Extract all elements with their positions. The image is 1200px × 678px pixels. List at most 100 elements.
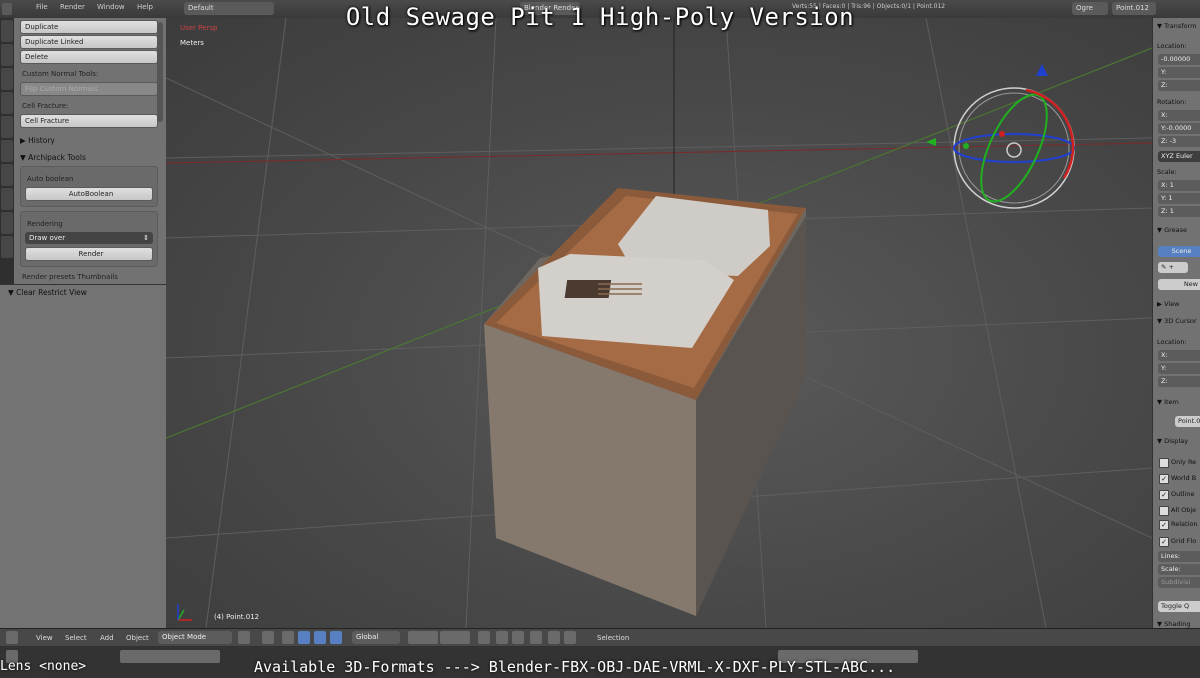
new-button[interactable]: New xyxy=(1158,279,1200,290)
rotation-gizmo[interactable] xyxy=(926,64,1075,211)
transform-orientation-selector[interactable]: Global xyxy=(352,631,400,644)
rotation-label: Rotation: xyxy=(1157,98,1187,106)
scale-x-field[interactable]: X: 1 xyxy=(1158,180,1200,191)
grid-subdivisions-field[interactable]: Subdivisi xyxy=(1158,577,1200,588)
layers-row-2[interactable] xyxy=(440,631,470,644)
display-header[interactable]: ▼ Display xyxy=(1157,437,1188,445)
auto-boolean-box: Auto boolean AutoBoolean xyxy=(20,166,158,207)
cursor-y-field[interactable]: Y: xyxy=(1158,363,1200,374)
tab-physics[interactable] xyxy=(1,116,13,138)
tool-shelf-scrollbar[interactable] xyxy=(157,22,163,122)
menu-add[interactable]: Add xyxy=(100,634,114,642)
sewage-pit-model[interactable] xyxy=(484,188,806,616)
location-z-field[interactable]: Z: xyxy=(1158,80,1200,91)
editor-type-icon[interactable] xyxy=(6,631,18,644)
scale-y-field[interactable]: Y: 1 xyxy=(1158,193,1200,204)
custom-normal-label: Custom Normal Tools: xyxy=(22,70,99,78)
shading-header[interactable]: ▼ Shading xyxy=(1157,620,1190,628)
location-x-field[interactable]: -0.00000 xyxy=(1158,54,1200,65)
snap-toggle-icon[interactable] xyxy=(496,631,508,644)
location-label: Location: xyxy=(1157,42,1187,50)
scale-manipulator-icon[interactable] xyxy=(330,631,342,644)
grid-lines-field[interactable]: Lines: xyxy=(1158,551,1200,562)
manipulator-toggle-icon[interactable] xyxy=(282,631,294,644)
grid-scale-field[interactable]: Scale: xyxy=(1158,564,1200,575)
mode-selector[interactable]: Object Mode xyxy=(158,631,232,644)
view-label: View xyxy=(1164,300,1180,308)
clear-restrict-view-label: Clear Restrict View xyxy=(16,288,87,297)
3d-view-header: View Select Add Object Object Mode Globa… xyxy=(0,628,1200,648)
tab-open[interactable] xyxy=(1,212,13,234)
grease-pencil-header[interactable]: ▼ Grease xyxy=(1157,226,1187,234)
menu-select[interactable]: Select xyxy=(65,634,87,642)
render-preview-icon[interactable] xyxy=(530,631,542,644)
tool-shelf: Duplicate Duplicate Linked Delete Custom… xyxy=(14,18,166,284)
history-label: History xyxy=(28,136,55,145)
opengl-render-icon[interactable] xyxy=(564,631,576,644)
item-name-field[interactable]: Point.0 xyxy=(1175,416,1200,427)
tab-grease-pencil[interactable] xyxy=(1,140,13,162)
axis-widget xyxy=(177,604,192,621)
all-object-origins-checkbox[interactable] xyxy=(1159,506,1169,516)
auto-boolean-button[interactable]: AutoBoolean xyxy=(25,187,153,201)
layers-row-1[interactable] xyxy=(408,631,438,644)
cell-fracture-button[interactable]: Cell Fracture xyxy=(20,114,158,128)
render-presets-label: Render presets Thumbnails xyxy=(22,273,118,281)
rotation-y-field[interactable]: Y:-0.0000 xyxy=(1158,123,1200,134)
delete-button[interactable]: Delete xyxy=(20,50,158,64)
only-render-checkbox[interactable] xyxy=(1159,458,1169,468)
clear-restrict-view-header[interactable]: ▼ Clear Restrict View xyxy=(8,288,166,297)
menu-view[interactable]: View xyxy=(36,634,53,642)
rotate-manipulator-icon[interactable] xyxy=(314,631,326,644)
grid-floor-checkbox[interactable]: ✓ xyxy=(1159,537,1169,547)
world-background-checkbox[interactable]: ✓ xyxy=(1159,474,1169,484)
archipack-panel-header[interactable]: ▼ Archipack Tools xyxy=(20,153,158,162)
properties-n-panel: ▼ Transform Location: -0.00000 Y: Z: Rot… xyxy=(1152,18,1200,628)
all-object-origins-label: All Obje xyxy=(1171,506,1197,514)
tab-misc[interactable] xyxy=(1,164,13,186)
display-label: Display xyxy=(1164,437,1189,445)
item-header[interactable]: ▼ Item xyxy=(1157,398,1179,406)
toolshelf-tabs xyxy=(0,18,14,284)
grease-pencil-tools[interactable]: ✎ + xyxy=(1158,262,1188,273)
rotation-z-field[interactable]: Z: -3 xyxy=(1158,136,1200,147)
pivot-point-icon[interactable] xyxy=(262,631,274,644)
relationship-lines-checkbox[interactable]: ✓ xyxy=(1159,520,1169,530)
outline-selected-checkbox[interactable]: ✓ xyxy=(1159,490,1169,500)
3d-viewport[interactable]: User Persp Meters (4) Point.012 xyxy=(166,18,1152,628)
location-y-field[interactable]: Y: xyxy=(1158,67,1200,78)
outline-selected-label: Outline xyxy=(1171,490,1195,498)
only-render-label: Only Re xyxy=(1171,458,1197,466)
tab-create[interactable] xyxy=(1,44,13,66)
units-label: Meters xyxy=(180,39,204,47)
active-object-label: (4) Point.012 xyxy=(214,613,260,621)
tab-animation[interactable] xyxy=(1,92,13,114)
tab-file[interactable] xyxy=(1,236,13,258)
render-animation-icon[interactable] xyxy=(548,631,560,644)
viewport-shading-icon[interactable] xyxy=(238,631,250,644)
rotation-x-field[interactable]: X: xyxy=(1158,110,1200,121)
toggle-quad-view-button[interactable]: Toggle Q xyxy=(1158,601,1200,612)
tab-relations[interactable] xyxy=(1,68,13,90)
grid-floor-label: Grid Flo xyxy=(1171,537,1197,545)
video-title-overlay: Old Sewage Pit 1 High-Poly Version xyxy=(345,3,855,31)
video-bottom-overlay: Lens <none> Available 3D-Formats ---> Bl… xyxy=(0,656,1200,678)
formats-text: Available 3D-Formats ---> Blender-FBX-OB… xyxy=(254,658,896,676)
duplicate-linked-button[interactable]: Duplicate Linked xyxy=(20,35,158,49)
menu-object[interactable]: Object xyxy=(126,634,149,642)
rotation-mode-dropdown[interactable]: XYZ Euler xyxy=(1158,151,1200,162)
history-panel-header[interactable]: ▶ History xyxy=(20,136,158,145)
cursor-x-field[interactable]: X: xyxy=(1158,350,1200,361)
scene-button[interactable]: Scene xyxy=(1158,246,1200,257)
cursor-z-field[interactable]: Z: xyxy=(1158,376,1200,387)
render-button[interactable]: Render xyxy=(25,247,153,261)
tab-lux[interactable] xyxy=(1,188,13,210)
translate-manipulator-icon[interactable] xyxy=(298,631,310,644)
view-header[interactable]: ▶ View xyxy=(1157,300,1180,308)
snap-element-icon[interactable] xyxy=(512,631,524,644)
scale-z-field[interactable]: Z: 1 xyxy=(1158,206,1200,217)
flip-custom-normals-button[interactable]: Flip Custom Normals xyxy=(20,82,158,96)
draw-over-dropdown[interactable]: Draw over xyxy=(25,232,153,244)
3d-cursor-header[interactable]: ▼ 3D Cursor xyxy=(1157,317,1197,325)
proportional-edit-icon[interactable] xyxy=(478,631,490,644)
